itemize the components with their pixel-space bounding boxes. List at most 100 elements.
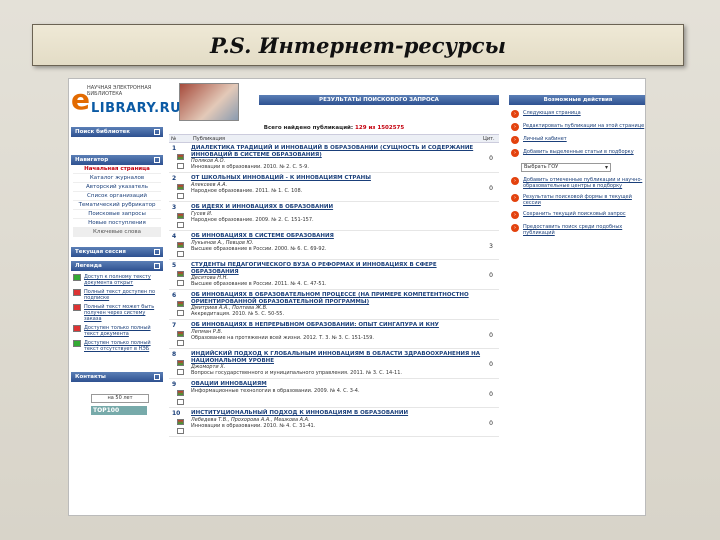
select-checkbox-icon[interactable]	[177, 310, 184, 316]
collapse-icon[interactable]	[154, 249, 160, 255]
select-checkbox-icon[interactable]	[177, 280, 184, 286]
result-title-link[interactable]: ДИАЛЕКТИКА ТРАДИЦИЙ И ИННОВАЦИЙ В ОБРАЗО…	[191, 145, 483, 158]
action-label: Добавить отмеченные публикации и научно-…	[523, 177, 643, 189]
citation-count[interactable]: 0	[483, 322, 499, 346]
result-row: 2 ОТ ШКОЛЬНЫХ ИННОВАЦИЙ - К ИННОВАЦИЯМ СТ…	[169, 173, 499, 202]
row-icons	[177, 360, 184, 378]
result-body: ДИАЛЕКТИКА ТРАДИЦИЙ И ИННОВАЦИЙ В ОБРАЗО…	[181, 145, 483, 170]
fulltext-icon[interactable]	[177, 271, 184, 277]
fulltext-icon[interactable]	[177, 213, 184, 219]
select-checkbox-icon[interactable]	[177, 340, 184, 346]
action-item[interactable]: › Добавить отмеченные публикации и научно…	[511, 177, 645, 189]
citation-count[interactable]: 0	[483, 381, 499, 405]
collapse-icon[interactable]	[154, 374, 160, 380]
result-body: ОВАЦИИ ИННОВАЦИЯМ Информационные технолог…	[181, 381, 483, 405]
fulltext-icon[interactable]	[177, 331, 184, 337]
row-icons	[177, 419, 184, 437]
session-header[interactable]: Текущая сессия	[71, 247, 163, 257]
result-body: ИНСТИТУЦИОНАЛЬНЫЙ ПОДХОД К ИННОВАЦИЯМ В …	[181, 410, 483, 434]
result-source: Инновации в образовании. 2010. № 2. С. 5…	[191, 164, 309, 170]
nav-item[interactable]: Начальная страница	[73, 165, 161, 174]
fulltext-icon[interactable]	[177, 419, 184, 425]
select-checkbox-icon[interactable]	[177, 251, 184, 257]
contacts-header[interactable]: Контакты	[71, 372, 163, 382]
select-checkbox-icon[interactable]	[177, 193, 184, 199]
result-source: Аккредитация. 2010. № 5. С. 50-55.	[191, 311, 285, 317]
action-label: Сохранить текущий поисковый запрос	[523, 211, 626, 217]
nav-item[interactable]: Тематический рубрикатор	[73, 201, 161, 210]
collapse-icon[interactable]	[154, 263, 160, 269]
nav-item[interactable]: Авторский указатель	[73, 183, 161, 192]
result-source: Информационные технологии в образовании.…	[191, 387, 360, 394]
result-body: ОТ ШКОЛЬНЫХ ИННОВАЦИЙ - К ИННОВАЦИЯМ СТР…	[181, 175, 483, 199]
action-item[interactable]: › Результаты поисковой формы в текущей се…	[511, 194, 645, 206]
fulltext-icon[interactable]	[177, 184, 184, 190]
citation-count[interactable]: 3	[483, 233, 499, 257]
legend-list: Доступ к полному тексту документа открыт…	[69, 274, 165, 352]
result-source: Вопросы государственного и муниципальног…	[191, 370, 402, 376]
select-checkbox-icon[interactable]	[177, 399, 184, 405]
citation-count[interactable]	[483, 204, 499, 228]
result-title-link[interactable]: СТУДЕНТЫ ПЕДАГОГИЧЕСКОГО ВУЗА О РЕФОРМАХ…	[191, 262, 483, 275]
action-item[interactable]: › Сохранить текущий поисковый запрос	[511, 211, 645, 219]
citation-count[interactable]: 0	[483, 351, 499, 376]
fulltext-icon[interactable]	[177, 301, 184, 307]
result-body: ОБ ИННОВАЦИЯХ В НЕПРЕРЫВНОМ ОБРАЗОВАНИИ:…	[181, 322, 483, 346]
collapse-icon[interactable]	[154, 157, 160, 163]
result-source: Инновации в образовании. 2010. № 4. С. 3…	[191, 422, 316, 429]
select-checkbox-icon[interactable]	[177, 369, 184, 375]
access-icon	[73, 274, 81, 281]
fulltext-icon[interactable]	[177, 242, 184, 248]
counter-label[interactable]: на 50 лет	[91, 394, 149, 403]
logo-name[interactable]: LIBRARY.RU	[91, 101, 181, 116]
nav-item[interactable]: Поисковые запросы	[73, 210, 161, 219]
nav-item[interactable]: Новые поступления	[73, 219, 161, 228]
action-label: Редактировать публикации на этой страниц…	[523, 123, 645, 129]
nav-item[interactable]: Ключевые слова	[73, 228, 161, 237]
select-checkbox-icon[interactable]	[177, 163, 184, 169]
arrow-icon: ›	[511, 136, 519, 144]
row-icons	[177, 271, 184, 289]
nav-item[interactable]: Список организаций	[73, 192, 161, 201]
action-item[interactable]: › Личный кабинет	[511, 136, 645, 144]
citation-count[interactable]	[483, 292, 499, 317]
arrow-icon: ›	[511, 211, 519, 219]
citation-count[interactable]: 0	[483, 262, 499, 287]
legend-header[interactable]: Легенда	[71, 261, 163, 271]
legend-item: Полный текст доступен по подписке	[73, 289, 161, 301]
fulltext-icon[interactable]	[177, 390, 184, 396]
nav-item[interactable]: Каталог журналов	[73, 174, 161, 183]
collapse-icon[interactable]	[154, 129, 160, 135]
fulltext-icon[interactable]	[177, 154, 184, 160]
result-title-link[interactable]: ИНДИЙСКИЙ ПОДХОД К ГЛОБАЛЬНЫМ ИННОВАЦИЯМ…	[191, 351, 483, 364]
row-icons	[177, 390, 184, 408]
action-item[interactable]: › Предоставить поиск среди подобных публи…	[511, 224, 645, 236]
navigator-header[interactable]: Навигатор	[71, 155, 163, 165]
row-icons	[177, 184, 184, 202]
action-item[interactable]: › Следующая страница	[511, 110, 645, 118]
citation-count[interactable]: 0	[483, 410, 499, 434]
legend-item: Доступен только полный текст отсутствует…	[73, 340, 161, 352]
result-body: ИНДИЙСКИЙ ПОДХОД К ГЛОБАЛЬНЫМ ИННОВАЦИЯМ…	[181, 351, 483, 376]
select-checkbox-icon[interactable]	[177, 428, 184, 434]
search-libraries-header[interactable]: Поиск библиотек	[71, 127, 163, 137]
citation-count[interactable]: 0	[483, 145, 499, 170]
result-body: ОБ ИННОВАЦИЯХ В ОБРАЗОВАТЕЛЬНОМ ПРОЦЕССЕ…	[181, 292, 483, 317]
access-icon	[73, 289, 81, 296]
arrow-icon: ›	[511, 177, 519, 185]
result-title-link[interactable]: ОБ ИННОВАЦИЯХ В ОБРАЗОВАТЕЛЬНОМ ПРОЦЕССЕ…	[191, 292, 483, 305]
citation-count[interactable]: 0	[483, 175, 499, 199]
top100-counter[interactable]: TOP100	[91, 406, 147, 415]
select-checkbox-icon[interactable]	[177, 222, 184, 228]
action-item[interactable]: › Редактировать публикации на этой страни…	[511, 123, 645, 131]
result-row: 10 ИНСТИТУЦИОНАЛЬНЫЙ ПОДХОД К ИННОВАЦИЯМ …	[169, 408, 499, 437]
result-body: ОБ ИННОВАЦИЯХ В СИСТЕМЕ ОБРАЗОВАНИЯ Лукья…	[181, 233, 483, 257]
row-icons	[177, 213, 184, 231]
fulltext-icon[interactable]	[177, 360, 184, 366]
action-item[interactable]: › Добавить выделенные статьи в подборку	[511, 149, 645, 157]
access-icon	[73, 304, 81, 311]
organization-select[interactable]: Выбрать ГОУ	[521, 163, 611, 172]
result-row: 7 ОБ ИННОВАЦИЯХ В НЕПРЕРЫВНОМ ОБРАЗОВАНИИ…	[169, 320, 499, 349]
